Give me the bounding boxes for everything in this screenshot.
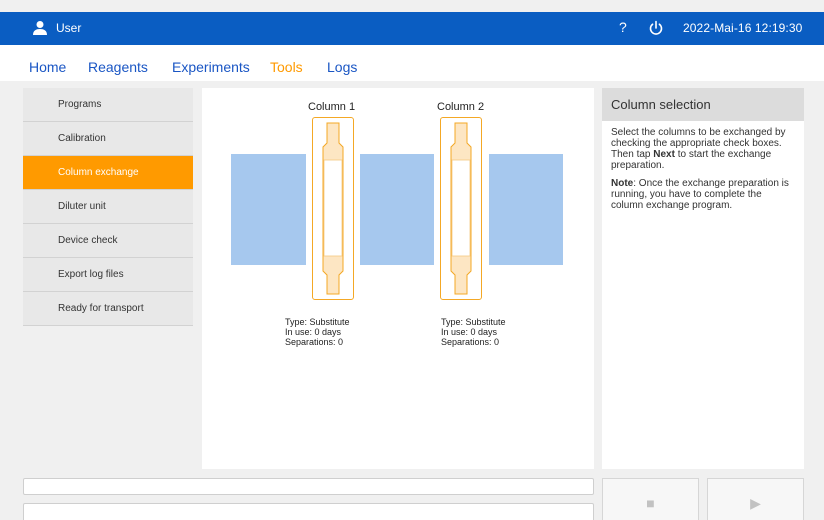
- device-block-right: [489, 154, 563, 265]
- column-2-icon: [450, 122, 472, 295]
- column-panel: Column 1 Column 2 Type: Substitute In us…: [202, 88, 594, 469]
- column-2-in-use: In use: 0 days: [441, 327, 498, 337]
- sidebar-item-programs[interactable]: Programs: [23, 88, 193, 122]
- help-paragraph-instructions: Select the columns to be exchanged by ch…: [611, 127, 786, 171]
- help-text: Select the columns to be exchanged by ch…: [602, 121, 804, 211]
- nav-logs[interactable]: Logs: [327, 59, 357, 75]
- user-label[interactable]: User: [56, 21, 81, 35]
- stop-icon: ■: [646, 495, 655, 511]
- column-1-slot[interactable]: [312, 117, 354, 300]
- sidebar-item-diluter-unit[interactable]: Diluter unit: [23, 190, 193, 224]
- column-1-type: Type: Substitute: [285, 317, 350, 327]
- device-block-middle: [360, 154, 434, 265]
- column-2-info: Type: Substitute In use: 0 days Separati…: [441, 317, 506, 347]
- help-panel: Column selection Select the columns to b…: [602, 88, 804, 469]
- user-icon[interactable]: [32, 20, 48, 36]
- sidebar-item-column-exchange[interactable]: Column exchange: [23, 156, 193, 190]
- nav-experiments[interactable]: Experiments: [172, 59, 250, 75]
- column-2-type: Type: Substitute: [441, 317, 506, 327]
- top-bar: User ? 2022-Mai-16 12:19:30: [0, 12, 824, 45]
- sidebar-item-calibration[interactable]: Calibration: [23, 122, 193, 156]
- status-bar-secondary: [23, 503, 594, 520]
- nav-home[interactable]: Home: [29, 59, 66, 75]
- column-1-separations: Separations: 0: [285, 337, 344, 347]
- column-2-separations: Separations: 0: [441, 337, 500, 347]
- sidebar-item-export-log-files[interactable]: Export log files: [23, 258, 193, 292]
- stop-button[interactable]: ■: [602, 478, 699, 520]
- help-title: Column selection: [602, 88, 804, 121]
- sidebar-item-ready-for-transport[interactable]: Ready for transport: [23, 292, 193, 326]
- power-icon[interactable]: [648, 20, 664, 36]
- column-2-title: Column 2: [437, 101, 485, 113]
- start-button[interactable]: ▶: [707, 478, 804, 520]
- help-paragraph-note: Note: Once the exchange preparation is r…: [611, 178, 789, 211]
- nav-reagents[interactable]: Reagents: [88, 59, 148, 75]
- play-icon: ▶: [750, 495, 761, 511]
- column-1-in-use: In use: 0 days: [285, 327, 342, 337]
- column-1-title: Column 1: [308, 101, 356, 113]
- device-block-left: [231, 154, 306, 265]
- column-1-info: Type: Substitute In use: 0 days Separati…: [285, 317, 350, 347]
- datetime: 2022-Mai-16 12:19:30: [683, 21, 803, 35]
- main-nav: Home Reagents Experiments Tools Logs: [0, 45, 824, 81]
- tools-sidebar: Programs Calibration Column exchange Dil…: [23, 88, 193, 326]
- help-button[interactable]: ?: [619, 19, 627, 35]
- sidebar-item-device-check[interactable]: Device check: [23, 224, 193, 258]
- nav-tools[interactable]: Tools: [270, 59, 303, 75]
- column-2-slot[interactable]: [440, 117, 482, 300]
- column-1-icon: [322, 122, 344, 295]
- status-bar-primary: [23, 478, 594, 495]
